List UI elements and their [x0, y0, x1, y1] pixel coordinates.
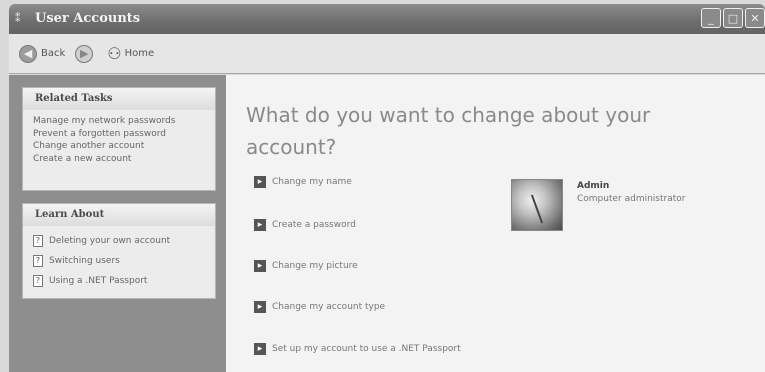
forward-arrow-icon: ▶ [75, 44, 94, 63]
arrow-square-icon: ▸ [254, 260, 266, 272]
task-pane: Related Tasks Manage my network password… [9, 75, 226, 372]
account-role: Computer administrator [577, 194, 686, 204]
option-label: Change my picture [272, 261, 358, 271]
task-link-change-account[interactable]: Change another account [33, 140, 207, 153]
back-label: Back [41, 48, 66, 59]
learn-link-passport[interactable]: ? Using a .NET Passport [33, 271, 207, 291]
related-tasks-panel: Related Tasks Manage my network password… [22, 87, 216, 191]
option-net-passport[interactable]: ▸ Set up my account to use a .NET Passpo… [254, 343, 461, 355]
task-link-create-account[interactable]: Create a new account [33, 153, 207, 166]
learn-link-label: Switching users [49, 256, 120, 266]
option-label: Change my name [272, 177, 352, 187]
window-title: User Accounts [35, 11, 141, 26]
title-bar: ⁑ User Accounts _ □ ✕ [9, 4, 765, 34]
maximize-button[interactable]: □ [723, 8, 743, 28]
learn-about-heading: Learn About [23, 204, 215, 226]
learn-link-label: Using a .NET Passport [49, 276, 148, 286]
option-label: Set up my account to use a .NET Passport [272, 344, 461, 354]
task-link-network-passwords[interactable]: Manage my network passwords [33, 115, 207, 128]
option-change-picture[interactable]: ▸ Change my picture [254, 260, 358, 272]
back-button[interactable]: ◀ Back [19, 44, 66, 63]
option-change-account-type[interactable]: ▸ Change my account type [254, 301, 385, 313]
toolbar: ◀ Back ▶ ⚇ Home [9, 34, 765, 74]
home-label: Home [124, 48, 155, 59]
user-accounts-icon: ⁑ [15, 12, 21, 25]
main-content: What do you want to change about your ac… [226, 75, 765, 372]
help-topic-icon: ? [33, 275, 43, 287]
arrow-square-icon: ▸ [254, 219, 266, 231]
learn-about-panel: Learn About ? Deleting your own account … [22, 203, 216, 299]
home-button[interactable]: ⚇ Home [107, 44, 154, 63]
arrow-square-icon: ▸ [254, 343, 266, 355]
avatar [511, 179, 563, 231]
home-icon: ⚇ [107, 44, 122, 63]
learn-link-deleting[interactable]: ? Deleting your own account [33, 231, 207, 251]
arrow-square-icon: ▸ [254, 176, 266, 188]
page-title: What do you want to change about your ac… [246, 103, 651, 159]
window-controls: _ □ ✕ [701, 8, 765, 28]
help-topic-icon: ? [33, 235, 43, 247]
related-tasks-heading: Related Tasks [23, 88, 215, 110]
option-label: Change my account type [272, 302, 386, 312]
forward-button[interactable]: ▶ [75, 44, 97, 63]
back-arrow-icon: ◀ [19, 44, 37, 63]
help-topic-icon: ? [33, 255, 43, 267]
account-name: Admin [577, 181, 610, 191]
option-create-password[interactable]: ▸ Create a password [254, 219, 356, 231]
close-button[interactable]: ✕ [745, 8, 765, 28]
task-link-forgotten-password[interactable]: Prevent a forgotten password [33, 128, 207, 141]
option-change-name[interactable]: ▸ Change my name [254, 176, 352, 188]
learn-link-label: Deleting your own account [49, 236, 171, 246]
option-label: Create a password [272, 220, 356, 230]
learn-link-switching[interactable]: ? Switching users [33, 251, 207, 271]
arrow-square-icon: ▸ [254, 301, 266, 313]
minimize-button[interactable]: _ [701, 8, 721, 28]
